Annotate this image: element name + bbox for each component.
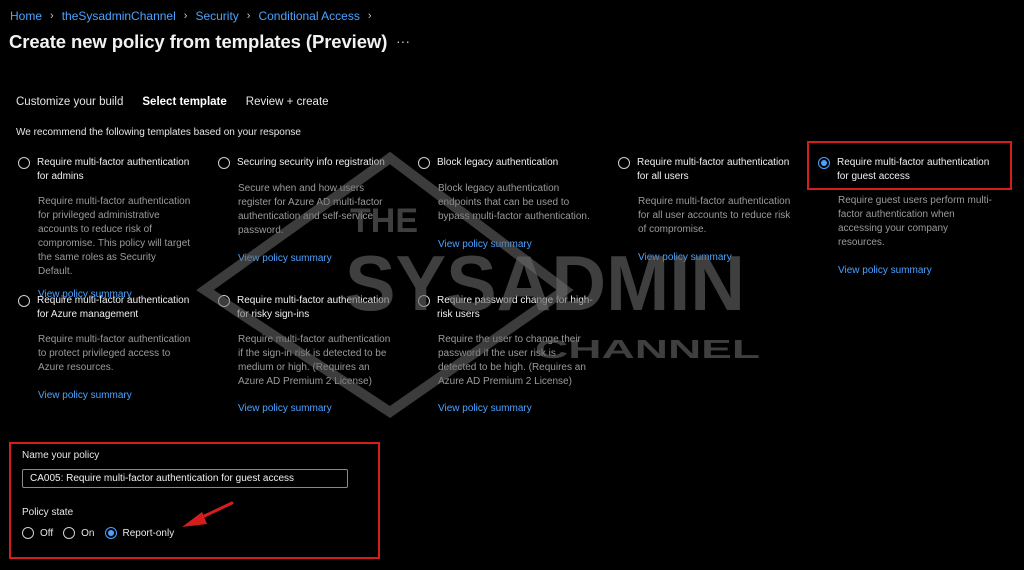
annotation-arrow-icon	[182, 501, 234, 527]
